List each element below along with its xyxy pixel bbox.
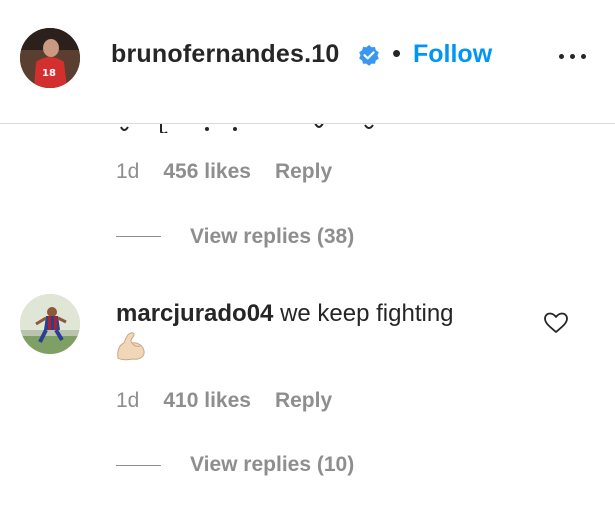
comment-time: 1d [116,389,140,412]
reply-button[interactable]: Reply [275,389,332,413]
post-header: 18 brunofernandes.10 • Follow [0,0,615,124]
avatar-image [20,294,80,354]
comment-time: 1d [116,160,140,183]
comment-likes[interactable]: 456 likes [163,160,251,184]
replies-divider [116,236,161,237]
view-replies-button[interactable]: View replies (10) [190,453,354,477]
more-dot [570,54,575,59]
more-dot [559,54,564,59]
separator-dot: • [392,38,402,68]
comment-body: marcjurado04 we keep fighting [116,298,526,330]
comment-meta: 1d 456 likes Reply [116,160,332,184]
svg-text:18: 18 [42,68,56,79]
reply-button[interactable]: Reply [275,160,332,184]
avatar-image: 18 [20,28,80,88]
avatar[interactable] [20,294,80,354]
avatar[interactable]: 18 [20,28,80,88]
more-options-icon[interactable] [556,48,590,64]
post-username[interactable]: brunofernandes.10 [111,40,339,69]
more-dot [581,54,586,59]
comment-meta: 1d 410 likes Reply [116,389,332,413]
follow-button[interactable]: Follow [413,40,492,69]
comment-likes[interactable]: 410 likes [163,389,251,413]
replies-divider [116,465,161,466]
verified-badge-icon [359,45,379,66]
like-heart-icon[interactable] [543,311,569,335]
comment-username[interactable]: marcjurado04 [116,300,273,327]
view-replies-button[interactable]: View replies (38) [190,225,354,249]
comment-text: we keep fighting [280,300,454,327]
flexed-biceps-icon [117,332,145,361]
